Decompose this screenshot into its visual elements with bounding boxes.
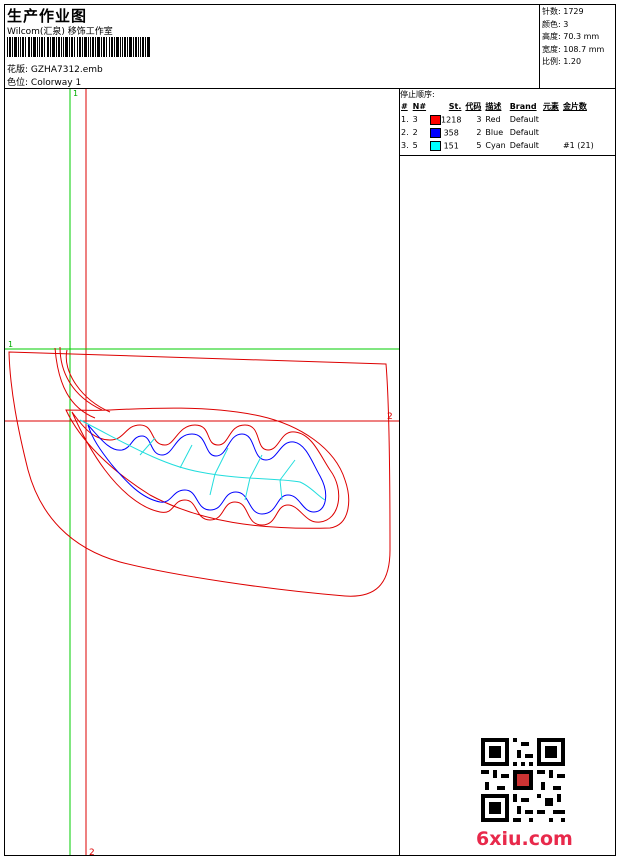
sequence-divider: [399, 155, 616, 156]
stem-outline-outer: [54, 346, 111, 419]
stop-sequence-table: # N# St. 代码 描述 Brand 元素 金片数 1. 3 1218 3 …: [399, 100, 596, 152]
leaf-wavy-blue-outline: [87, 424, 327, 515]
guide-green-h-label: 1: [8, 340, 13, 349]
barcode: [7, 37, 150, 57]
colorway-value: Colorway 1: [30, 78, 82, 88]
table-row: 3. 5 151 5 Cyan Default #1 (21): [401, 140, 594, 151]
stat-scale: 比例: 1.20: [542, 57, 582, 66]
watermark-logo: 6xiu.com: [476, 828, 573, 850]
col-index: #: [401, 102, 408, 111]
col-element: 元素: [542, 102, 559, 111]
design-stats: 针数: 1729 颜色: 3 高度: 70.3 mm 宽度: 108.7 mm …: [542, 6, 604, 69]
col-sequins: 金片数: [562, 102, 587, 111]
guide-green-v-label: 1: [73, 89, 78, 98]
leaf-outer-outline: [65, 407, 350, 529]
stats-divider: [539, 4, 540, 88]
table-row: 1. 3 1218 3 Red Default: [401, 114, 539, 125]
design-label: 花版:: [7, 65, 29, 75]
stat-stitches: 针数: 1729: [542, 7, 584, 16]
col-brand: Brand: [509, 102, 537, 111]
col-stitches: St.: [448, 102, 462, 111]
design-file-line: 花版: GZHA7312.emb: [7, 62, 103, 75]
leaf-center-vein: [79, 419, 326, 501]
leaf-wavy-red-outline: [71, 411, 340, 526]
col-code: 代码: [465, 102, 482, 111]
color-swatch-cyan: [430, 140, 442, 151]
studio-subtitle: Wilcom(汇泉) 移饰工作室: [7, 27, 113, 37]
design-value: GZHA7312.emb: [30, 65, 103, 75]
qr-code: [481, 738, 565, 822]
stat-colors: 颜色: 3: [542, 19, 569, 29]
col-desc: 描述: [485, 102, 502, 111]
color-swatch-red: [430, 114, 442, 125]
color-swatch-blue: [430, 127, 442, 138]
guide-red-v-label: 2: [89, 848, 95, 855]
stat-width: 宽度: 108.7 mm: [542, 44, 605, 54]
table-row: 2. 2 358 2 Blue Default: [401, 127, 539, 138]
panel-divider: [399, 88, 400, 856]
colorway-line: 色位: Colorway 1: [7, 75, 81, 88]
embroidery-design-canvas: 1 2 1 2: [5, 89, 399, 855]
stop-sequence-title: 停止顺序:: [400, 90, 435, 99]
stat-height: 高度: 70.3 mm: [542, 32, 600, 41]
colorway-label: 色位:: [7, 78, 29, 88]
col-needle: N#: [412, 102, 427, 111]
guide-red-h-label: 2: [387, 412, 393, 422]
table-header-row: # N# St. 代码 描述 Brand 元素 金片数: [399, 100, 596, 113]
page-title: 生产作业图: [7, 7, 88, 25]
